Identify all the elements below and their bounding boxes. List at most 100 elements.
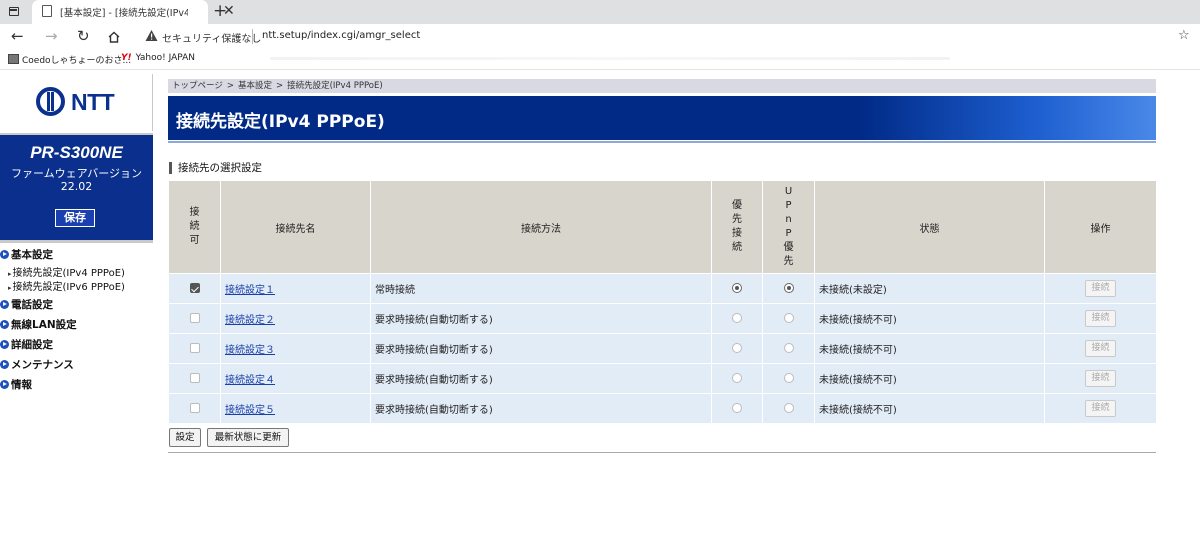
method-cell: 要求時接続(自動切断する) xyxy=(370,333,712,364)
priority-radio[interactable] xyxy=(732,283,742,293)
priority-radio[interactable] xyxy=(732,403,742,413)
table-row: 接続設定５ 要求時接続(自動切断する) 未接続(接続不可) 接続 xyxy=(168,393,1157,424)
ntt-logo-icon xyxy=(36,87,65,116)
enabled-cell xyxy=(168,393,221,424)
save-button[interactable]: 保存 xyxy=(54,208,96,228)
section-title: 接続先の選択設定 xyxy=(169,162,262,174)
enabled-checkbox[interactable] xyxy=(189,313,200,323)
window-menu-icon[interactable] xyxy=(6,4,22,20)
sidebar-subitem-ipv6[interactable]: 接続先設定(IPv6 PPPoE) xyxy=(8,278,125,293)
sidebar-subitem-ipv4[interactable]: 接続先設定(IPv4 PPPoE) xyxy=(8,264,125,279)
breadcrumb-basic[interactable]: 基本設定 xyxy=(238,81,272,91)
sidebar-item-maintenance[interactable]: メンテナンス xyxy=(0,357,74,372)
status-cell: 未接続(接続不可) xyxy=(814,303,1045,334)
method-cell: 要求時接続(自動切断する) xyxy=(370,393,712,424)
warning-icon[interactable] xyxy=(145,29,158,42)
priority-radio[interactable] xyxy=(732,313,742,323)
connection-name-link[interactable]: 接続設定４ xyxy=(225,375,275,386)
status-cell: 未接続(接続不可) xyxy=(814,363,1045,394)
action-cell: 接続 xyxy=(1044,333,1157,364)
reload-icon[interactable]: ↻ xyxy=(77,27,90,45)
action-cell: 接続 xyxy=(1044,273,1157,304)
priority-cell xyxy=(711,303,763,334)
table-row: 接続設定３ 要求時接続(自動切断する) 未接続(接続不可) 接続 xyxy=(168,333,1157,364)
col-header-action: 操作 xyxy=(1044,180,1157,274)
connection-table: 接続可 接続先名 接続方法 優先接続 UPnP優先 状態 操作 接続設定１ 常時接… xyxy=(168,180,1157,424)
upnp-cell xyxy=(762,303,815,334)
upnp-radio[interactable] xyxy=(783,283,794,293)
col-header-enabled: 接続可 xyxy=(168,180,221,274)
back-icon[interactable]: ← xyxy=(11,27,24,45)
enabled-checkbox[interactable] xyxy=(189,403,200,413)
address-divider xyxy=(252,29,253,44)
priority-cell xyxy=(711,333,763,364)
breadcrumb-current: 接続先設定(IPv4 PPPoE) xyxy=(287,81,383,91)
priority-cell xyxy=(711,363,763,394)
enabled-checkbox[interactable] xyxy=(189,373,200,383)
firmware-label: ファームウェアバージョン xyxy=(10,167,142,180)
status-cell: 未接続(未設定) xyxy=(814,273,1045,304)
sidebar-item-basic[interactable]: 基本設定 xyxy=(0,247,53,262)
action-cell: 接続 xyxy=(1044,303,1157,334)
sidebar-item-advanced[interactable]: 詳細設定 xyxy=(0,337,53,352)
menu-arrow-icon xyxy=(0,380,9,389)
menu-arrow-icon xyxy=(0,320,9,329)
enabled-checkbox[interactable] xyxy=(189,283,200,293)
browser-tab[interactable]: [基本設定] - [接続先設定(IPv4 PPPoE)] ✕ xyxy=(32,0,235,24)
name-cell: 接続設定５ xyxy=(220,393,371,424)
connection-name-link[interactable]: 接続設定３ xyxy=(225,345,275,356)
refresh-status-button[interactable]: 最新状態に更新 xyxy=(207,428,289,447)
priority-cell xyxy=(711,393,763,424)
connect-button[interactable]: 接続 xyxy=(1085,340,1116,357)
sidebar-item-info[interactable]: 情報 xyxy=(0,377,32,392)
address-bar: ← → ↻ セキュリティ保護なし ntt.setup/index.cgi/amg… xyxy=(0,24,1200,50)
method-cell: 要求時接続(自動切断する) xyxy=(370,303,712,334)
breadcrumb: トップページ > 基本設定 > 接続先設定(IPv4 PPPoE) xyxy=(168,79,1156,93)
upnp-cell xyxy=(762,273,815,304)
status-cell: 未接続(接続不可) xyxy=(814,393,1045,424)
set-button[interactable]: 設定 xyxy=(169,428,201,447)
bookmark-item-yahoo[interactable]: Y! Yahoo! JAPAN xyxy=(121,53,195,67)
connect-button[interactable]: 接続 xyxy=(1085,310,1116,327)
sidebar-item-wlan[interactable]: 無線LAN設定 xyxy=(0,317,77,332)
menu-arrow-icon xyxy=(0,250,9,259)
favorite-star-icon[interactable]: ☆ xyxy=(1178,28,1190,44)
breadcrumb-top[interactable]: トップページ xyxy=(172,81,223,91)
sidebar-item-phone[interactable]: 電話設定 xyxy=(0,297,53,312)
method-cell: 常時接続 xyxy=(370,273,712,304)
tab-title: [基本設定] - [接続先設定(IPv4 PPPoE)] xyxy=(60,8,188,19)
enabled-checkbox[interactable] xyxy=(189,343,200,353)
blurred-bookmarks xyxy=(270,57,950,60)
bookmark-item[interactable]: Coedoしゃちょーのおさ... xyxy=(8,53,131,67)
home-icon[interactable] xyxy=(107,30,121,44)
forward-icon[interactable]: → xyxy=(45,27,58,45)
security-label[interactable]: セキュリティ保護なし xyxy=(162,30,261,45)
new-tab-button[interactable]: + xyxy=(213,1,227,21)
upnp-cell xyxy=(762,363,815,394)
connect-button[interactable]: 接続 xyxy=(1085,370,1116,387)
enabled-cell xyxy=(168,273,221,304)
connect-button[interactable]: 接続 xyxy=(1085,400,1116,417)
model-name: PR-S300NE xyxy=(30,143,123,162)
bookmarks-bar: Coedoしゃちょーのおさ... Y! Yahoo! JAPAN xyxy=(0,50,1200,70)
priority-radio[interactable] xyxy=(732,343,742,353)
connection-name-link[interactable]: 接続設定５ xyxy=(225,405,275,416)
enabled-cell xyxy=(168,333,221,364)
upnp-cell xyxy=(762,333,815,364)
connect-button[interactable]: 接続 xyxy=(1085,280,1116,297)
page-icon xyxy=(42,5,52,17)
upnp-radio[interactable] xyxy=(783,343,794,353)
upnp-radio[interactable] xyxy=(783,313,794,323)
ntt-logo: NTT xyxy=(0,74,153,131)
title-underline xyxy=(168,141,1156,143)
browser-tab-strip: [基本設定] - [接続先設定(IPv4 PPPoE)] ✕ + xyxy=(0,0,1200,24)
col-header-status: 状態 xyxy=(814,180,1045,274)
upnp-radio[interactable] xyxy=(783,373,794,383)
bookmark-favicon-icon xyxy=(8,54,19,64)
priority-radio[interactable] xyxy=(732,373,742,383)
logo-text: NTT xyxy=(71,89,115,115)
connection-name-link[interactable]: 接続設定２ xyxy=(225,315,275,326)
connection-name-link[interactable]: 接続設定１ xyxy=(225,285,275,296)
upnp-radio[interactable] xyxy=(783,403,794,413)
url-input[interactable]: ntt.setup/index.cgi/amgr_select xyxy=(262,30,420,41)
